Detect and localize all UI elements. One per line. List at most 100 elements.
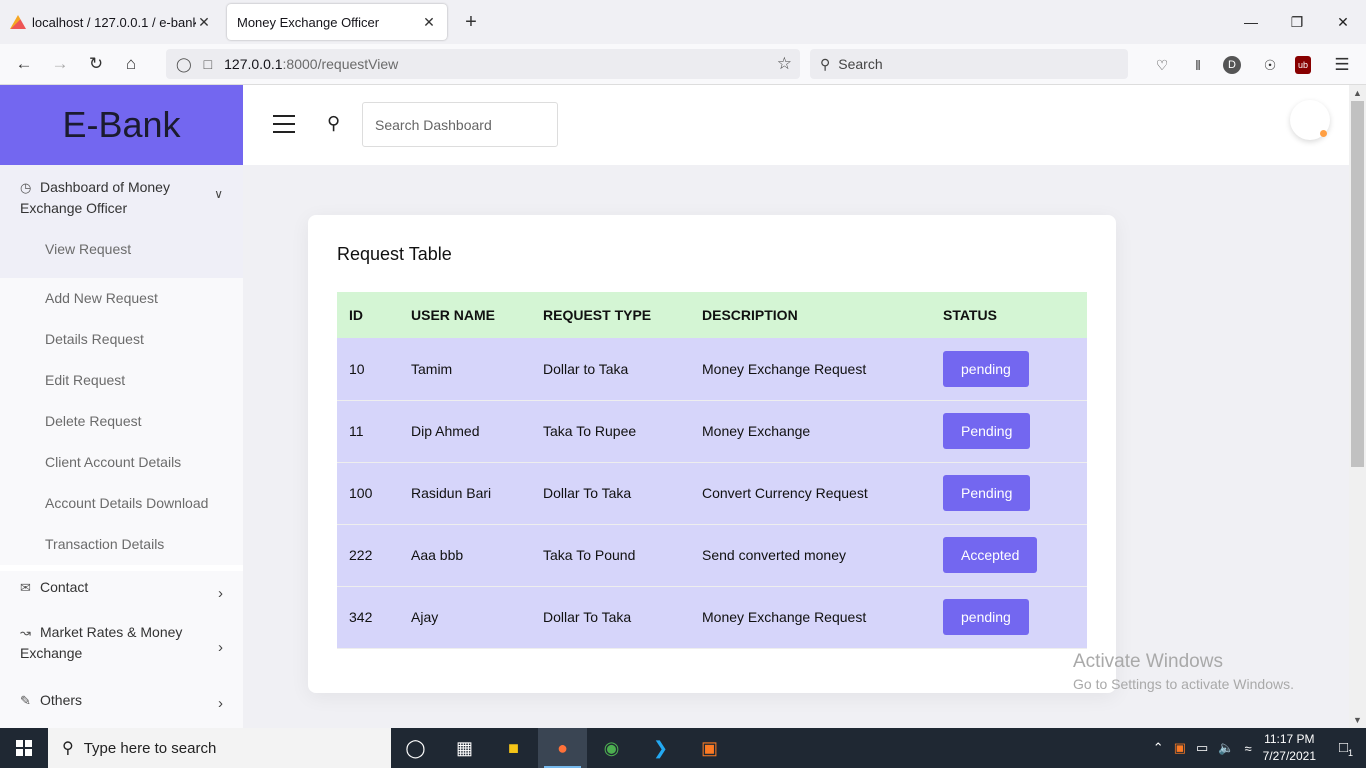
shield-icon[interactable]: ◯ <box>176 56 192 73</box>
status-button[interactable]: Pending <box>943 413 1031 449</box>
tab-phpmyadmin[interactable]: localhost / 127.0.0.1 / e-banking ✕ <box>0 0 222 44</box>
status-button[interactable]: pending <box>943 599 1029 635</box>
sidebar-submenu: Add New Request Details Request Edit Req… <box>0 278 243 565</box>
pocket-icon[interactable]: ♡ <box>1151 54 1173 76</box>
sidebar-group-label: Dashboard of Money Exchange Officer <box>20 179 170 216</box>
sidebar-item-transaction-details[interactable]: Transaction Details <box>0 524 243 565</box>
column-header-user-name: USER NAME <box>411 307 496 323</box>
sidebar-item-edit-request[interactable]: Edit Request <box>0 360 243 401</box>
chevron-right-icon: › <box>218 639 223 656</box>
sidebar-item-client-account-details[interactable]: Client Account Details <box>0 442 243 483</box>
sidebar-item-view-request[interactable]: View Request <box>0 229 243 270</box>
page-info-icon[interactable]: □ <box>204 56 212 72</box>
address-bar[interactable]: ◯ □ 127.0.0.1:8000/requestView ☆ <box>166 49 800 79</box>
dashboard-icon: ◷ <box>20 180 32 195</box>
sidebar-item-label: Contact <box>40 579 89 595</box>
sidebar-item-market-rates[interactable]: ↝ Market Rates & Money Exchange › <box>0 612 243 680</box>
page: E-Bank ◷ Dashboard of Money Exchange Offi… <box>0 85 1366 728</box>
firefox-icon[interactable]: ● <box>538 728 587 768</box>
status-button[interactable]: pending <box>943 350 1029 387</box>
new-tab-button[interactable]: + <box>458 10 484 34</box>
close-tab-icon[interactable]: ✕ <box>196 14 212 31</box>
system-clock[interactable]: 11:17 PM 7/27/2021 <box>1263 731 1316 765</box>
sidebar-item-details-request[interactable]: Details Request <box>0 319 243 360</box>
cell-user-name: Dip Ahmed <box>411 423 480 439</box>
file-explorer-icon[interactable]: ■ <box>489 728 538 768</box>
sidebar: E-Bank ◷ Dashboard of Money Exchange Offi… <box>0 85 243 728</box>
battery-icon[interactable]: ▭ <box>1196 740 1208 756</box>
avatar[interactable] <box>1290 100 1330 140</box>
chevron-right-icon: › <box>218 584 223 602</box>
cortana-icon[interactable]: ◯ <box>391 728 440 768</box>
brand-logo[interactable]: E-Bank <box>0 85 243 165</box>
taskbar-search-box[interactable]: ⚲ Type here to search <box>48 728 391 768</box>
xampp-tray-icon[interactable]: ▣ <box>1174 740 1186 756</box>
sidebar-item-others[interactable]: ✎ Others › <box>0 680 243 723</box>
home-icon[interactable]: ⌂ <box>118 52 144 76</box>
tab-title: Money Exchange Officer <box>237 14 380 30</box>
scroll-up-icon[interactable]: ▲ <box>1349 85 1366 101</box>
bookmark-star-icon[interactable]: ☆ <box>777 54 792 74</box>
search-icon[interactable]: ⚲ <box>327 113 340 134</box>
globe-icon[interactable]: ☉ <box>1259 54 1281 76</box>
cell-status: Accepted <box>931 524 1087 586</box>
sidebar-item-label: Others <box>40 692 83 708</box>
ublock-icon[interactable]: ub <box>1295 56 1311 74</box>
cell-status: Pending <box>931 462 1087 524</box>
close-tab-icon[interactable]: ✕ <box>421 14 437 31</box>
cell-request-type: Dollar to Taka <box>543 360 629 377</box>
task-view-icon[interactable]: ▦ <box>440 728 489 768</box>
trend-icon: ↝ <box>20 625 31 640</box>
cell-request-type: Taka To Rupee <box>543 423 637 439</box>
scroll-down-icon[interactable]: ▼ <box>1349 712 1366 728</box>
chevron-up-icon[interactable]: ⌃ <box>1153 740 1164 756</box>
cell-id: 11 <box>349 423 364 439</box>
sidebar-item-delete-request[interactable]: Delete Request <box>0 401 243 442</box>
reload-icon[interactable]: ↻ <box>83 52 109 76</box>
browser-search-field[interactable]: ⚲ Search <box>810 49 1128 79</box>
chrome-icon[interactable]: ◉ <box>587 728 636 768</box>
maximize-button[interactable]: ❐ <box>1274 0 1320 44</box>
menu-icon[interactable]: ☰ <box>1331 54 1353 76</box>
tab-money-exchange-officer[interactable]: Money Exchange Officer ✕ <box>227 4 447 40</box>
sidebar-item-add-new-request[interactable]: Add New Request <box>0 278 243 319</box>
cell-user-name: Aaa bbb <box>411 547 464 563</box>
volume-icon[interactable]: 🔈 <box>1218 740 1234 756</box>
close-window-button[interactable]: ✕ <box>1320 0 1366 44</box>
cell-id: 222 <box>349 547 373 563</box>
table-row: 222 Aaa bbb Taka To Pound Send converted… <box>337 524 1087 586</box>
sidebar-item-account-details-download[interactable]: Account Details Download <box>0 483 243 524</box>
sidebar-item-contact[interactable]: ✉ Contact › <box>0 571 243 612</box>
cell-description: Send converted money <box>702 547 846 563</box>
clock-time: 11:17 PM <box>1264 732 1315 746</box>
url-path: :8000/requestView <box>282 56 399 72</box>
sidebar-group-dashboard[interactable]: ◷ Dashboard of Money Exchange Officer ∨ V… <box>0 165 243 278</box>
phpmyadmin-icon <box>10 15 26 29</box>
mail-icon: ✉ <box>20 580 31 595</box>
cell-status: pending <box>931 586 1087 648</box>
library-icon[interactable]: ‖ <box>1187 54 1209 76</box>
vscode-icon[interactable]: ❯ <box>636 728 685 768</box>
watermark-title: Activate Windows <box>1073 651 1223 672</box>
column-header-status: STATUS <box>943 307 997 323</box>
status-button[interactable]: Pending <box>943 475 1031 511</box>
start-button[interactable] <box>0 728 48 768</box>
wifi-icon[interactable]: ≈ <box>1244 741 1251 756</box>
forward-icon[interactable]: → <box>47 52 73 76</box>
chevron-down-icon: ∨ <box>214 187 223 201</box>
minimize-button[interactable]: — <box>1228 0 1274 44</box>
request-table-card: Request Table ID USER NAME REQUEST TYPE … <box>308 215 1116 693</box>
cell-request-type: Taka To Pound <box>543 547 636 563</box>
dashboard-search-input[interactable] <box>362 102 558 147</box>
table-row: 100 Rasidun Bari Dollar To Taka Convert … <box>337 462 1087 524</box>
xampp-icon[interactable]: ▣ <box>685 728 734 768</box>
back-icon[interactable]: ← <box>11 52 37 76</box>
hamburger-menu-icon[interactable] <box>273 115 295 135</box>
vertical-scrollbar[interactable]: ▲ ▼ <box>1349 85 1366 728</box>
scrollbar-thumb[interactable] <box>1351 101 1364 467</box>
status-button[interactable]: Accepted <box>943 537 1038 573</box>
notification-center-icon[interactable]: □1 <box>1326 739 1366 758</box>
column-header-id: ID <box>349 307 363 323</box>
sidebar-group-title: ◷ Dashboard of Money Exchange Officer <box>0 177 243 219</box>
profile-avatar[interactable]: D <box>1223 56 1241 74</box>
